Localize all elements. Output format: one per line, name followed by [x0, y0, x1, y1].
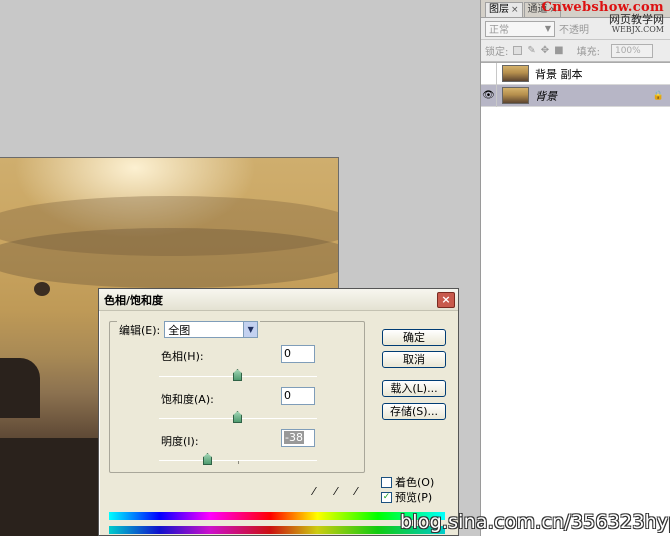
lightness-label: 明度(I):: [161, 435, 199, 448]
blog-watermark: blog.sina.com.cn/356323hyp: [400, 511, 670, 533]
hue-field[interactable]: 0: [281, 345, 315, 363]
eyedropper-minus-icon[interactable]: ⁄: [355, 485, 369, 499]
layer-thumbnail: [502, 87, 529, 104]
hue-saturation-dialog: 色相/饱和度 × 编辑(E): 全图 ▼ 色相(H): 0 饱和度(A): 0 …: [98, 288, 459, 536]
dialog-title: 色相/饱和度: [104, 293, 164, 307]
watermark-line-3: WEBJX.COM: [611, 25, 664, 34]
color-spectrum-top: [109, 512, 445, 520]
lightness-value: -38: [284, 431, 304, 444]
layers-list: 背景 副本 👁 背景 🔒: [481, 62, 670, 536]
ok-button[interactable]: 确定: [382, 329, 446, 346]
load-button[interactable]: 载入(L)...: [382, 380, 446, 397]
edit-select[interactable]: 全图 ▼: [164, 321, 259, 338]
slider-tick: [238, 461, 239, 464]
blend-mode-value: 正常: [489, 25, 509, 36]
visibility-toggle[interactable]: [481, 62, 497, 85]
fill-label: 填充:: [576, 47, 600, 58]
adjust-group: [109, 321, 365, 473]
edit-row: 编辑(E): 全图 ▼: [117, 321, 261, 338]
colorize-option[interactable]: 着色(O): [381, 474, 434, 490]
photo-roof-2: [0, 438, 98, 536]
lightness-slider-track[interactable]: [159, 460, 317, 464]
lock-all-icon[interactable]: ■: [554, 45, 563, 56]
tab-layers-label: 图层: [489, 4, 509, 15]
lock-icon: 🔒: [652, 90, 664, 101]
fill-field[interactable]: 100%: [610, 43, 653, 58]
site-watermark: Cnwebshow.com 网页教学网 WEBJX.COM: [542, 1, 664, 34]
dialog-titlebar[interactable]: 色相/饱和度 ×: [99, 289, 458, 311]
saturation-field[interactable]: 0: [281, 387, 315, 405]
lock-label: 锁定:: [485, 47, 509, 58]
tab-layers[interactable]: 图层 ×: [485, 2, 523, 17]
panel-tabbar: 图层 × 通道 × Cnwebshow.com 网页教学网 WEBJX.COM: [481, 0, 670, 34]
lock-row: 锁定: ✎ ✥ ■ 填充: 100%: [481, 40, 670, 62]
preview-label: 预览(P): [395, 491, 433, 504]
photo-tree: [34, 282, 50, 296]
lock-transparency-icon[interactable]: [513, 46, 523, 55]
layer-row-background-copy[interactable]: 背景 副本: [481, 62, 670, 85]
save-button[interactable]: 存储(S)...: [382, 403, 446, 420]
preview-checkbox[interactable]: ✓: [381, 491, 392, 503]
edit-label: 编辑(E):: [119, 323, 161, 337]
layer-name: 背景 副本: [535, 67, 583, 81]
eyedropper-icon[interactable]: ⁄: [313, 485, 327, 499]
colorize-label: 着色(O): [395, 476, 435, 489]
cancel-button[interactable]: 取消: [382, 351, 446, 368]
layers-panel: 图层 × 通道 × Cnwebshow.com 网页教学网 WEBJX.COM …: [480, 0, 670, 536]
saturation-label: 饱和度(A):: [161, 393, 214, 406]
edit-value: 全图: [168, 323, 191, 337]
layer-thumbnail: [502, 65, 529, 82]
colorize-checkbox[interactable]: [381, 476, 392, 488]
photo-roof-1: [0, 358, 40, 418]
hue-label: 色相(H):: [161, 350, 204, 363]
eyedropper-plus-icon[interactable]: ⁄: [335, 485, 349, 499]
chevron-down-icon[interactable]: ▼: [243, 322, 258, 337]
layer-row-background[interactable]: 👁 背景 🔒: [481, 84, 670, 107]
color-spectrum-bottom: [109, 526, 445, 534]
layer-name: 背景: [535, 89, 557, 103]
tab-close-icon[interactable]: ×: [511, 3, 519, 17]
eye-icon[interactable]: 👁: [481, 84, 497, 107]
close-button[interactable]: ×: [437, 292, 455, 308]
preview-option[interactable]: ✓ 预览(P): [381, 489, 432, 505]
photo-hill-2: [0, 228, 338, 288]
lock-brush-icon[interactable]: ✎: [527, 45, 535, 56]
lightness-field[interactable]: -38: [281, 429, 315, 447]
lock-move-icon[interactable]: ✥: [541, 45, 549, 56]
